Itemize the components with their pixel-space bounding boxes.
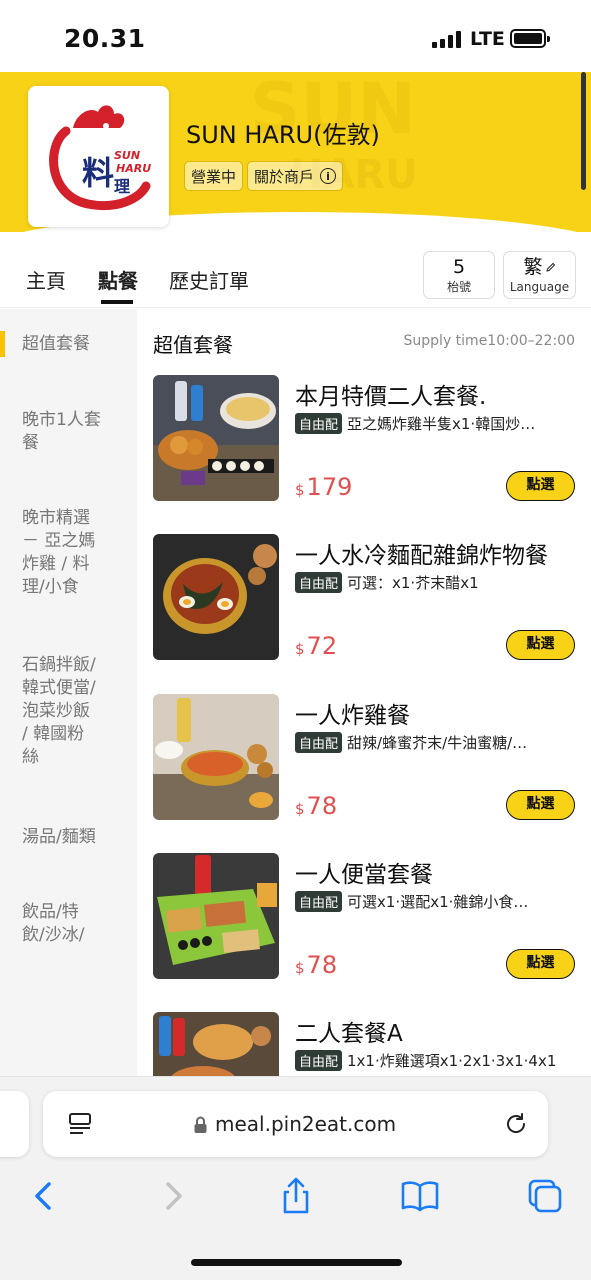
language-label: Language bbox=[509, 280, 570, 294]
svg-text:理: 理 bbox=[114, 177, 130, 196]
menu-item[interactable]: 一人便當套餐 自由配 可選x1·選配x1·雜錦小食… $78 點選 bbox=[153, 853, 591, 983]
signal-icon bbox=[432, 31, 461, 48]
svg-text:料: 料 bbox=[82, 154, 114, 192]
previous-tab-preview[interactable] bbox=[0, 1091, 29, 1157]
scrollbar[interactable] bbox=[581, 72, 586, 190]
item-description-text: 可選：x1·芥末醋x1 bbox=[347, 574, 479, 592]
reload-icon[interactable] bbox=[503, 1111, 529, 1137]
active-tab-indicator bbox=[101, 300, 133, 304]
currency-symbol: $ bbox=[295, 640, 305, 658]
food-photo bbox=[153, 375, 279, 501]
item-price: $78 bbox=[295, 951, 337, 979]
select-button[interactable]: 點選 bbox=[506, 471, 575, 501]
app-root: 20.31 LTE SUN HARU SUN HARU 料 理 SUN HARU… bbox=[0, 0, 591, 1280]
select-button[interactable]: 點選 bbox=[506, 949, 575, 979]
price-value: 72 bbox=[306, 632, 338, 660]
free-combo-tag: 自由配 bbox=[295, 572, 343, 593]
table-label: 枱號 bbox=[446, 280, 471, 294]
section-title: 超值套餐 bbox=[153, 333, 233, 357]
menu-list: 超值套餐 Supply time10:00–22:00 本月特價二人套餐. 自由… bbox=[137, 309, 591, 1138]
food-photo bbox=[153, 853, 279, 979]
free-combo-tag: 自由配 bbox=[295, 1050, 343, 1071]
menu-item[interactable]: 一人水冷麵配雜錦炸物餐 自由配 可選：x1·芥末醋x1 $72 點選 bbox=[153, 534, 591, 664]
price-value: 78 bbox=[306, 951, 338, 979]
price-value: 78 bbox=[306, 792, 338, 820]
nav-tabs: 主頁 點餐 歷史訂單 5 枱號 繁 Language bbox=[0, 240, 591, 308]
language-char-wrap: 繁 bbox=[504, 255, 575, 279]
item-description: 自由配 甜辣/蜂蜜芥末/牛油蜜糖/… bbox=[295, 732, 575, 753]
about-merchant-label: 關於商戶 bbox=[254, 167, 315, 186]
item-price: $179 bbox=[295, 473, 352, 501]
home-indicator bbox=[191, 1259, 402, 1266]
select-button[interactable]: 點選 bbox=[506, 790, 575, 820]
share-icon[interactable] bbox=[276, 1176, 316, 1216]
table-number: 5 bbox=[452, 256, 466, 278]
category-item[interactable]: 湯品/麵類 bbox=[22, 826, 122, 849]
item-name: 一人炸雞餐 bbox=[295, 703, 410, 729]
svg-text:SUN: SUN bbox=[114, 149, 140, 162]
about-merchant-button[interactable]: 關於商戶 i bbox=[247, 161, 344, 191]
address-bar[interactable]: meal.pin2eat.com bbox=[43, 1091, 548, 1157]
item-name: 二人套餐A bbox=[295, 1021, 403, 1047]
store-logo: SUN HARU 料 理 bbox=[28, 86, 169, 227]
currency-symbol: $ bbox=[295, 481, 305, 499]
status-time: 20.31 bbox=[64, 24, 146, 53]
battery-icon bbox=[510, 29, 550, 48]
price-value: 179 bbox=[306, 473, 353, 501]
currency-symbol: $ bbox=[295, 959, 305, 977]
item-description-text: 1x1·炸雞選項x1·2x1·3x1·4x1 bbox=[347, 1052, 557, 1070]
item-description: 自由配 亞之媽炸雞半隻x1·韓国炒… bbox=[295, 413, 575, 434]
item-name: 一人便當套餐 bbox=[295, 862, 433, 888]
reader-mode-icon[interactable] bbox=[67, 1111, 93, 1137]
item-description: 自由配 可選x1·選配x1·雜錦小食… bbox=[295, 891, 575, 912]
supply-time: Supply time10:00–22:00 bbox=[403, 333, 575, 349]
pencil-icon bbox=[545, 262, 555, 272]
item-name: 本月特價二人套餐. bbox=[295, 384, 487, 410]
category-item[interactable]: 晚市精選 － 亞之媽 炸雞 / 料 理/小食 bbox=[22, 507, 122, 599]
status-bar: 20.31 LTE bbox=[0, 0, 591, 72]
menu-item[interactable]: 一人炸雞餐 自由配 甜辣/蜂蜜芥末/牛油蜜糖/… $78 點選 bbox=[153, 694, 591, 824]
info-icon: i bbox=[320, 168, 337, 184]
category-item[interactable]: 石鍋拌飯/ 韓式便當/ 泡菜炒飯 / 韓國粉 絲 bbox=[22, 654, 122, 769]
item-price: $78 bbox=[295, 792, 337, 820]
network-label: LTE bbox=[470, 28, 505, 50]
active-category-indicator bbox=[0, 331, 5, 357]
category-item[interactable]: 超值套餐 bbox=[22, 333, 122, 356]
item-description-text: 可選x1·選配x1·雜錦小食… bbox=[347, 893, 529, 911]
language-char: 繁 bbox=[523, 256, 543, 278]
table-number-button[interactable]: 5 枱號 bbox=[423, 251, 495, 299]
menu-item[interactable]: 本月特價二人套餐. 自由配 亞之媽炸雞半隻x1·韓国炒… $179 點選 bbox=[153, 375, 591, 505]
category-sidebar: 超值套餐 晚市1人套 餐 晚市精選 － 亞之媽 炸雞 / 料 理/小食 石鍋拌飯… bbox=[0, 309, 137, 1079]
food-photo bbox=[153, 694, 279, 820]
category-item[interactable]: 飲品/特 飲/沙冰/ bbox=[22, 901, 122, 947]
store-name: SUN HARU(佐敦) bbox=[186, 121, 380, 149]
select-button[interactable]: 點選 bbox=[506, 630, 575, 660]
open-status-badge: 營業中 bbox=[184, 161, 244, 191]
open-status-label: 營業中 bbox=[191, 167, 237, 186]
free-combo-tag: 自由配 bbox=[295, 891, 343, 912]
item-price: $72 bbox=[295, 632, 337, 660]
lock-icon bbox=[194, 1116, 207, 1133]
food-photo bbox=[153, 534, 279, 660]
free-combo-tag: 自由配 bbox=[295, 413, 343, 434]
url-text: meal.pin2eat.com bbox=[215, 1112, 397, 1136]
bookmarks-icon[interactable] bbox=[400, 1176, 440, 1216]
browser-toolbar: meal.pin2eat.com bbox=[0, 1076, 591, 1280]
item-description-text: 甜辣/蜂蜜芥末/牛油蜜糖/… bbox=[347, 734, 528, 752]
back-icon[interactable] bbox=[25, 1176, 65, 1216]
tab-home[interactable]: 主頁 bbox=[26, 265, 66, 294]
item-name: 一人水冷麵配雜錦炸物餐 bbox=[295, 543, 548, 569]
item-description-text: 亞之媽炸雞半隻x1·韓国炒… bbox=[347, 415, 536, 433]
currency-symbol: $ bbox=[295, 800, 305, 818]
tab-history[interactable]: 歷史訂單 bbox=[169, 265, 249, 294]
svg-text:HARU: HARU bbox=[116, 162, 151, 175]
forward-icon[interactable] bbox=[152, 1176, 192, 1216]
tabs-icon[interactable] bbox=[525, 1176, 565, 1216]
tab-order[interactable]: 點餐 bbox=[98, 265, 138, 294]
language-button[interactable]: 繁 Language bbox=[503, 251, 576, 299]
item-description: 自由配 1x1·炸雞選項x1·2x1·3x1·4x1 bbox=[295, 1050, 591, 1071]
free-combo-tag: 自由配 bbox=[295, 732, 343, 753]
item-description: 自由配 可選：x1·芥末醋x1 bbox=[295, 572, 575, 593]
category-item[interactable]: 晚市1人套 餐 bbox=[22, 409, 122, 455]
